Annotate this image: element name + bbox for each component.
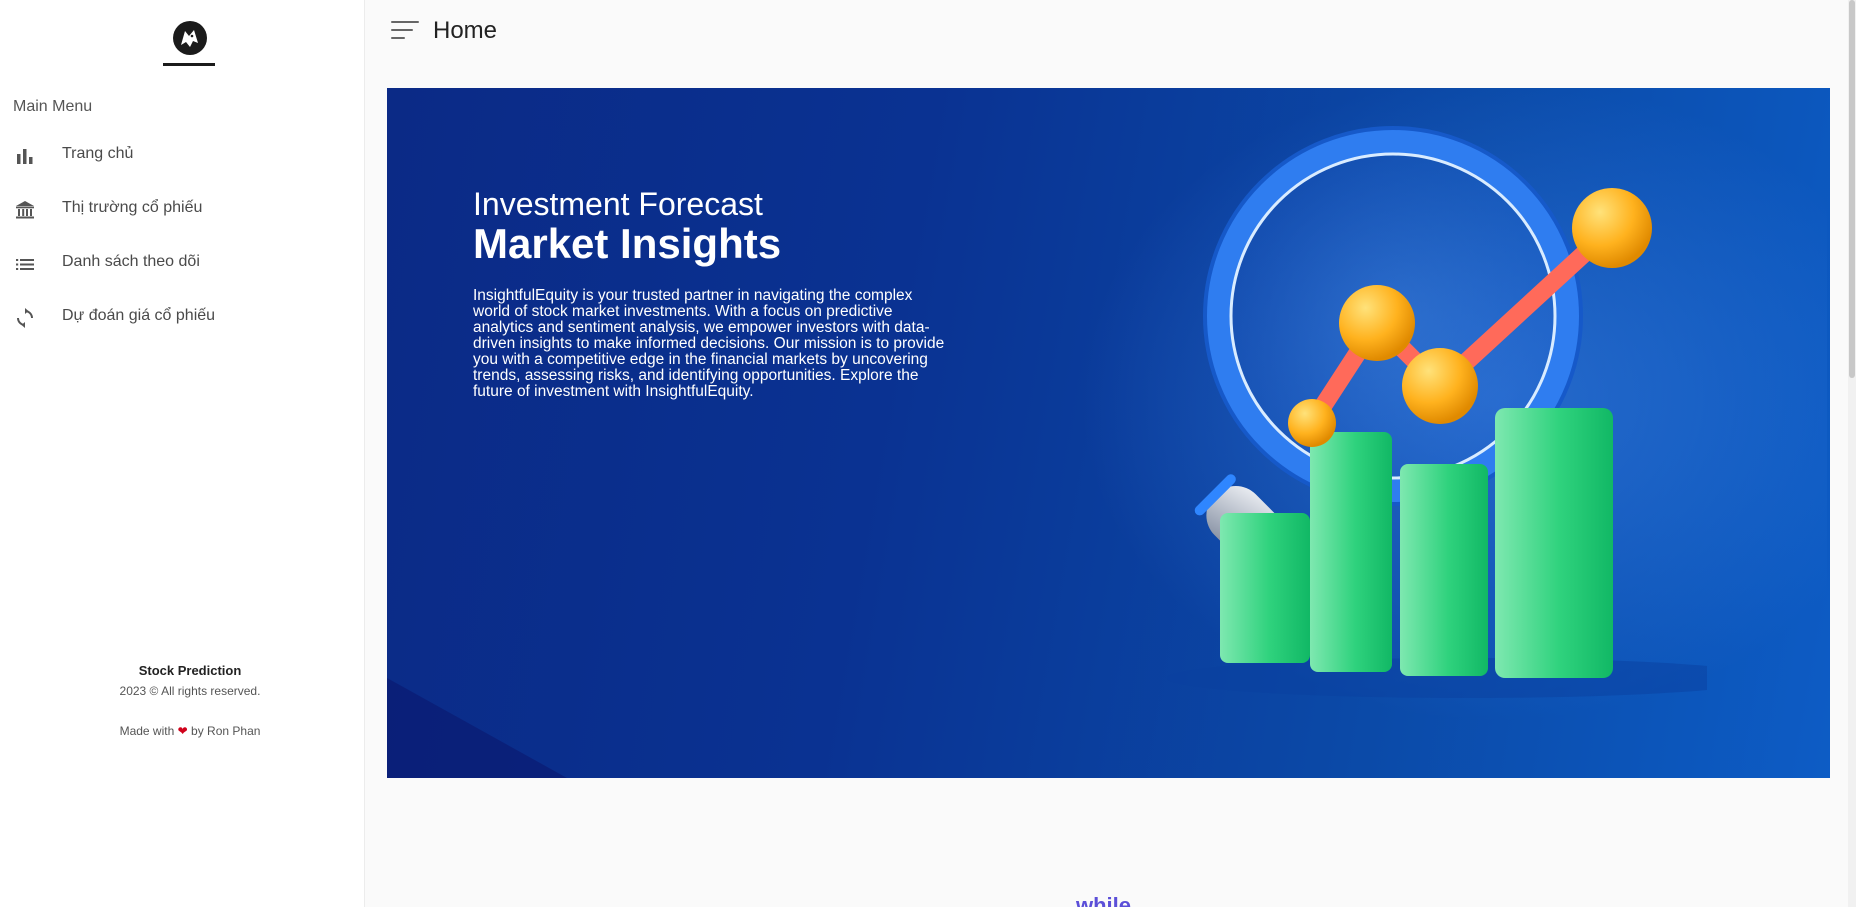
bank-icon — [14, 199, 36, 221]
wolf-logo-icon — [173, 21, 207, 55]
footer-brand: Stock Prediction — [138, 663, 242, 678]
sidebar-item-label: Thị trường cổ phiếu — [62, 199, 203, 216]
made-with-suffix: by Ron Phan — [191, 724, 261, 738]
menu-toggle-icon[interactable] — [391, 20, 419, 42]
heart-icon: ❤ — [177, 724, 188, 738]
list-icon — [14, 253, 36, 275]
sidebar: Main Menu Trang chủ Thị trường cổ phiếu … — [0, 0, 365, 907]
sidebar-item-label: Dự đoán giá cổ phiếu — [62, 307, 216, 324]
bar-chart-icon — [14, 145, 36, 167]
sidebar-item-price-prediction[interactable]: Dự đoán giá cổ phiếu — [0, 290, 365, 344]
sidebar-footer: Stock Prediction 2023 © All rights reser… — [0, 661, 380, 741]
page-scrollbar[interactable] — [1848, 0, 1856, 907]
sidebar-item-label: Trang chủ — [62, 145, 134, 162]
logo[interactable] — [163, 19, 217, 69]
hero-title: Market Insights — [473, 220, 782, 267]
footer-made-with: Made with ❤ by Ron Phan — [0, 721, 380, 741]
hero-banner: Investment Forecast Market Insights Insi… — [387, 88, 1830, 778]
scrollbar-thumb[interactable] — [1849, 0, 1855, 378]
main-menu: Trang chủ Thị trường cổ phiếu Danh sách … — [0, 128, 365, 344]
sidebar-item-stock-market[interactable]: Thị trường cổ phiếu — [0, 182, 365, 236]
hero-decor-shape — [387, 678, 567, 778]
page-title: Home — [433, 17, 498, 44]
sidebar-item-watchlist[interactable]: Danh sách theo dõi — [0, 236, 365, 290]
made-with-prefix: Made with — [119, 724, 175, 738]
sidebar-item-label: Danh sách theo dõi — [62, 253, 200, 270]
app-root: Main Menu Trang chủ Thị trường cổ phiếu … — [0, 0, 1856, 907]
sidebar-item-home[interactable]: Trang chủ — [0, 128, 365, 182]
hero-description: InsightfulEquity is your trusted partner… — [473, 287, 945, 400]
section-heading-cropped: while — [1076, 893, 1132, 907]
menu-heading: Main Menu — [13, 98, 93, 115]
logo-underline — [163, 63, 215, 66]
magnifier-chart-illustration — [1087, 118, 1767, 758]
sync-icon — [14, 307, 36, 329]
hero-subtitle: Investment Forecast — [473, 186, 763, 222]
footer-copyright: 2023 © All rights reserved. — [119, 684, 261, 698]
